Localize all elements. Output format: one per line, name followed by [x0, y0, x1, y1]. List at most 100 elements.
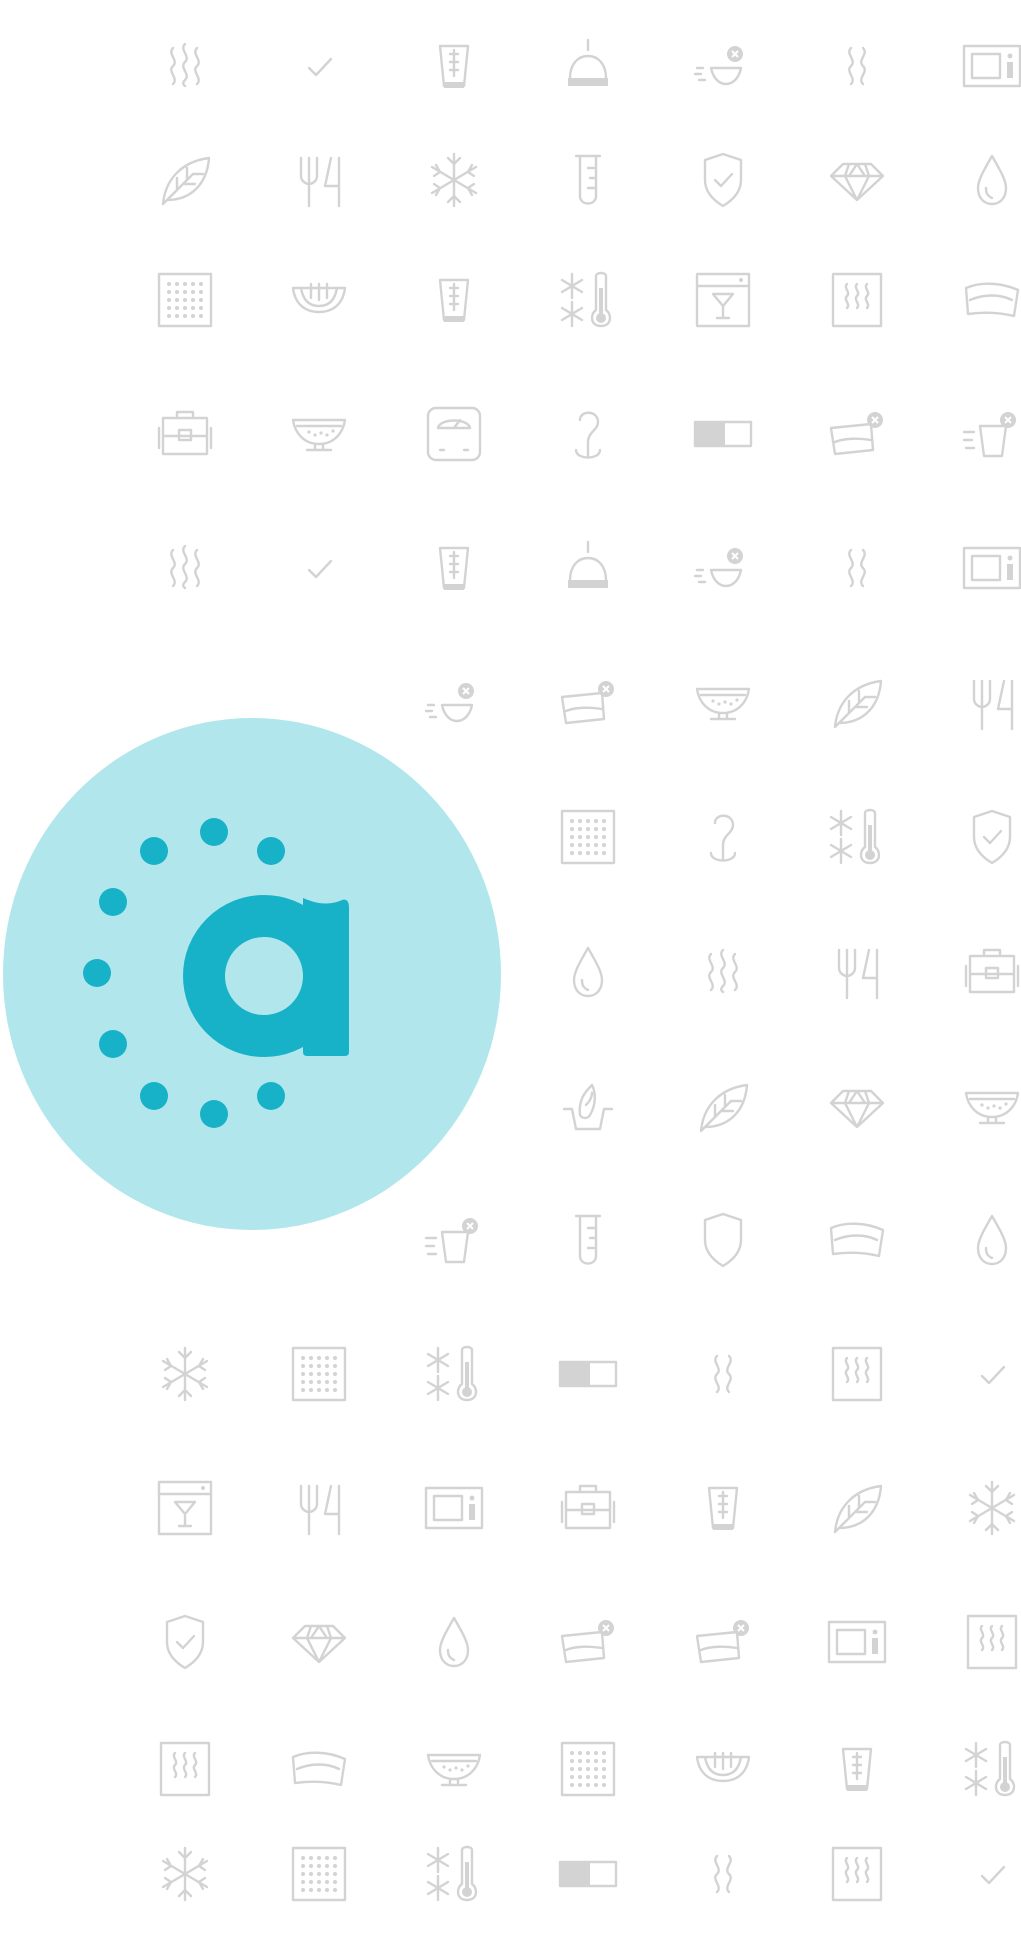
cup-icon — [422, 536, 486, 600]
drop-icon — [960, 1208, 1021, 1272]
tray-cancel-icon — [556, 1610, 620, 1674]
brand-dot — [140, 837, 168, 865]
brand-logo — [3, 718, 501, 1230]
snow-thermometer-icon — [422, 1842, 486, 1906]
radiator-icon — [825, 1342, 889, 1406]
sieve-bowl-icon — [960, 1075, 1021, 1139]
fork-knife-icon — [960, 671, 1021, 735]
brand-dot — [99, 1030, 127, 1058]
hand-wash-icon — [556, 1075, 620, 1139]
brand-dot — [200, 818, 228, 846]
microwave-icon — [960, 536, 1021, 600]
cup-icon — [691, 1476, 755, 1540]
toggle-icon — [556, 1342, 620, 1406]
tray-cancel-icon — [825, 402, 889, 466]
grid-dots-icon — [556, 805, 620, 869]
check-icon — [960, 1342, 1021, 1406]
oven-glass-icon — [153, 1476, 217, 1540]
grid-dots-icon — [153, 268, 217, 332]
test-tube-icon — [556, 1208, 620, 1272]
leaf-icon — [825, 671, 889, 735]
sieve-bowl-icon — [422, 1737, 486, 1801]
drop-icon — [960, 148, 1021, 212]
grid-dots-icon — [556, 1737, 620, 1801]
toggle-icon — [556, 1842, 620, 1906]
check-icon — [287, 34, 351, 98]
hook-icon — [556, 402, 620, 466]
heat-waves-icon — [691, 1342, 755, 1406]
microwave-icon — [825, 1610, 889, 1674]
brand-dot — [83, 959, 111, 987]
heat-waves-icon — [691, 1842, 755, 1906]
tray-cancel-icon — [691, 1610, 755, 1674]
drop-icon — [422, 1610, 486, 1674]
shield-check-icon — [960, 805, 1021, 869]
brand-letter-stem — [303, 898, 349, 1056]
shield-check-icon — [153, 1610, 217, 1674]
cloche-icon — [556, 34, 620, 98]
snowflake-icon — [422, 148, 486, 212]
oven-glass-icon — [691, 268, 755, 332]
check-icon — [960, 1842, 1021, 1906]
toggle-icon — [691, 402, 755, 466]
radiator-icon — [825, 268, 889, 332]
steam-icon — [153, 536, 217, 600]
wash-bowl-icon — [691, 34, 755, 98]
napkin-icon — [287, 1737, 351, 1801]
napkin-icon — [960, 268, 1021, 332]
brand-dot — [200, 1100, 228, 1128]
drop-icon — [556, 940, 620, 1004]
bowl-icon — [691, 1737, 755, 1801]
wash-bowl-icon — [691, 536, 755, 600]
bag-icon — [153, 402, 217, 466]
steam-icon — [153, 34, 217, 98]
fork-knife-icon — [825, 940, 889, 1004]
shield-check-icon — [691, 148, 755, 212]
grid-dots-icon — [287, 1342, 351, 1406]
microwave-icon — [960, 34, 1021, 98]
brand-dot — [140, 1082, 168, 1110]
fork-knife-icon — [287, 148, 351, 212]
brand-dot — [257, 837, 285, 865]
snowflake-icon — [153, 1842, 217, 1906]
sieve-bowl-icon — [287, 402, 351, 466]
bag-icon — [556, 1476, 620, 1540]
grid-dots-icon — [287, 1842, 351, 1906]
heat-waves-icon — [825, 34, 889, 98]
snow-thermometer-icon — [960, 1737, 1021, 1801]
cup-icon — [825, 1737, 889, 1801]
cloche-icon — [556, 536, 620, 600]
bowl-icon — [287, 268, 351, 332]
shield-icon — [691, 1208, 755, 1272]
snowflake-icon — [960, 1476, 1021, 1540]
napkin-icon — [825, 1208, 889, 1272]
fork-knife-icon — [287, 1476, 351, 1540]
hook-icon — [691, 805, 755, 869]
radiator-icon — [960, 1610, 1021, 1674]
diamond-icon — [825, 1075, 889, 1139]
snow-thermometer-icon — [556, 268, 620, 332]
cup-icon — [422, 34, 486, 98]
snow-thermometer-icon — [422, 1342, 486, 1406]
scale-icon — [422, 402, 486, 466]
sieve-bowl-icon — [691, 671, 755, 735]
cup-icon — [422, 268, 486, 332]
pour-cancel-icon — [960, 402, 1021, 466]
tray-cancel-icon — [556, 671, 620, 735]
test-tube-icon — [556, 148, 620, 212]
brand-dot — [257, 1082, 285, 1110]
leaf-icon — [153, 148, 217, 212]
leaf-icon — [825, 1476, 889, 1540]
brand-dot — [99, 888, 127, 916]
diamond-icon — [287, 1610, 351, 1674]
badge-circle — [3, 718, 501, 1230]
leaf-icon — [691, 1075, 755, 1139]
snow-thermometer-icon — [825, 805, 889, 869]
radiator-icon — [825, 1842, 889, 1906]
snowflake-icon — [153, 1342, 217, 1406]
microwave-icon — [422, 1476, 486, 1540]
diamond-icon — [825, 148, 889, 212]
check-icon — [287, 536, 351, 600]
steam-icon — [691, 940, 755, 1004]
radiator-icon — [153, 1737, 217, 1801]
